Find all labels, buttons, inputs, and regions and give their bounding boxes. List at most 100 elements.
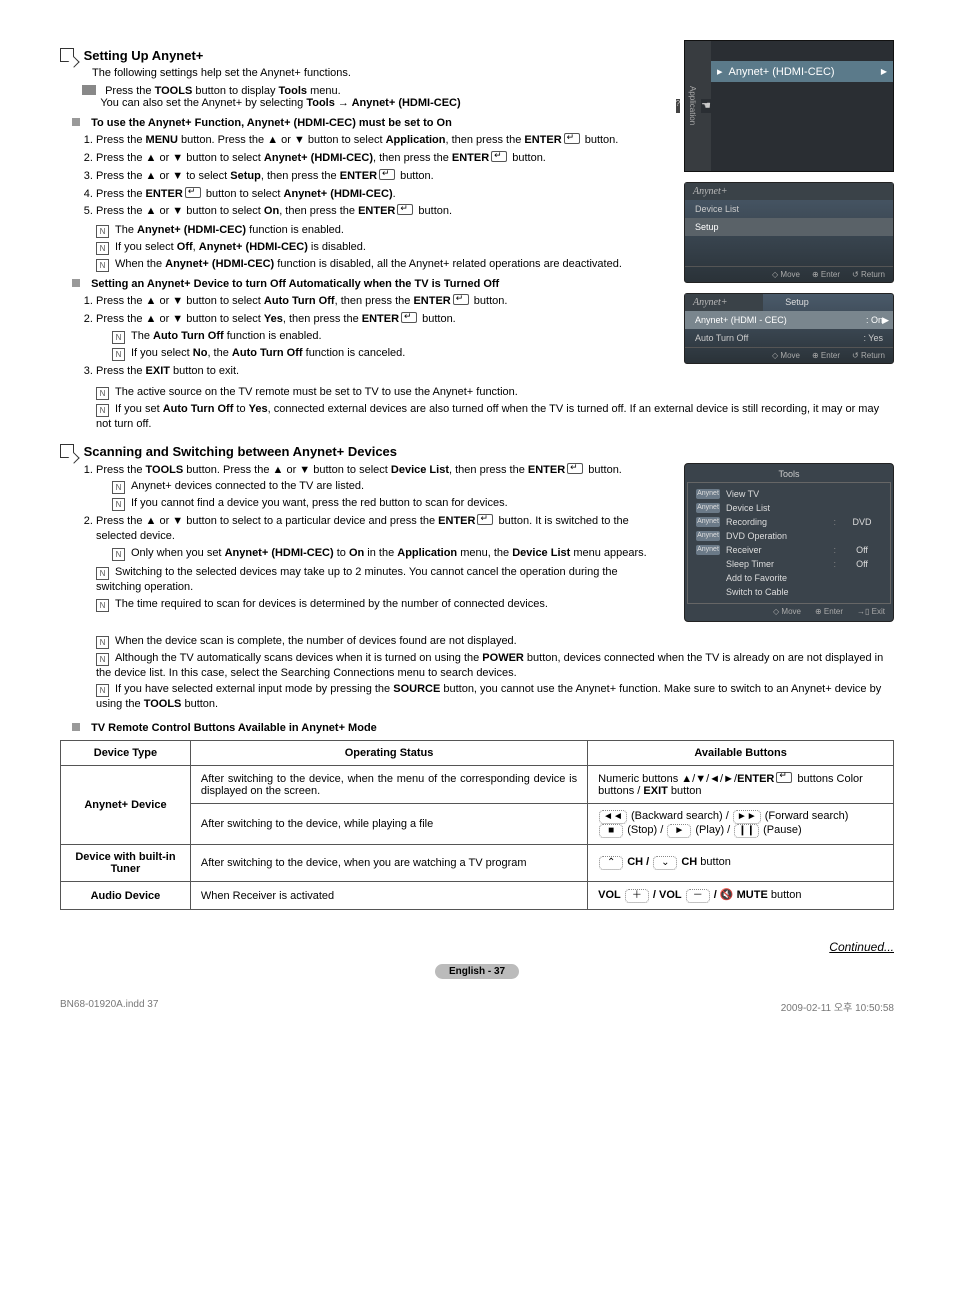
forward-icon: ►►: [733, 810, 761, 824]
tip-box: Press the TOOLS button to display Tools …: [82, 85, 664, 109]
note-icon: N: [96, 242, 109, 255]
ch-down-icon: ⌄: [653, 856, 677, 870]
help-icon: ?: [676, 99, 680, 113]
note-icon: N: [112, 331, 125, 344]
tools-row[interactable]: AnynetView TV: [688, 487, 890, 501]
enter-icon: [397, 204, 413, 215]
hand-icon: ☚: [701, 99, 711, 113]
note: NIf you set Auto Turn Off to Yes, connec…: [96, 402, 894, 432]
enter-icon: [477, 514, 493, 525]
anynet-chip-icon: Anynet: [696, 531, 720, 541]
osd-application-menu: ☚ Application ? ▸ Anynet+ (HDMI-CEC) ▶: [684, 40, 894, 172]
enter-icon: [401, 312, 417, 323]
note: NIf you select Off, Anynet+ (HDMI-CEC) i…: [96, 240, 664, 255]
section-intro: The following settings help set the Anyn…: [92, 67, 664, 79]
osd-row-auto-off[interactable]: Auto Turn Off: Yes: [685, 329, 893, 347]
note-icon: N: [96, 599, 109, 612]
osd-row-hdmi-cec[interactable]: Anynet+ (HDMI - CEC): On▶: [685, 311, 893, 329]
osd-tools-menu: Tools AnynetView TVAnynetDevice ListAnyn…: [684, 463, 894, 622]
note-icon: N: [112, 498, 125, 511]
print-timestamp: 2009-02-11 오후 10:50:58: [781, 999, 894, 1014]
enter-icon: [185, 187, 201, 198]
note-icon: N: [96, 387, 109, 400]
square-bullet-icon: [72, 118, 80, 126]
tools-row[interactable]: Add to Favorite: [688, 571, 890, 585]
note: NSwitching to the selected devices may t…: [96, 565, 664, 595]
steps-list: Press the ▲ or ▼ button to select Auto T…: [96, 294, 664, 379]
anynet-chip-icon: Anynet: [696, 517, 720, 527]
display-icon: [82, 85, 96, 95]
anynet-chip-icon: Anynet: [696, 489, 720, 499]
print-metadata: BN68-01920A.indd 37 2009-02-11 오후 10:50:…: [60, 999, 894, 1014]
note-icon: N: [96, 653, 109, 666]
enter-icon: [491, 151, 507, 162]
osd-footer: ◇ Move ⊕ Enter ↺ Return: [685, 266, 893, 282]
note-icon: N: [112, 348, 125, 361]
steps-list: Press the TOOLS button. Press the ▲ or ▼…: [96, 463, 664, 562]
page-number: English - 37: [60, 964, 894, 979]
col-operating-status: Operating Status: [190, 741, 587, 766]
note-icon: N: [96, 684, 109, 697]
box-check-icon: [60, 444, 74, 458]
note: NThe Anynet+ (HDMI-CEC) function is enab…: [96, 223, 664, 238]
square-bullet-icon: [72, 279, 80, 287]
section-scanning-title: Scanning and Switching between Anynet+ D…: [60, 444, 894, 459]
osd-title: Anynet+: [685, 183, 893, 200]
enter-icon: [776, 772, 792, 783]
note-icon: N: [96, 567, 109, 580]
note-icon: N: [96, 636, 109, 649]
note-icon: N: [112, 481, 125, 494]
note: NWhen the device scan is complete, the n…: [96, 634, 894, 649]
anynet-chip-icon: Anynet: [696, 545, 720, 555]
note-icon: N: [112, 548, 125, 561]
osd-title: Anynet+: [685, 294, 763, 311]
sidebar-label: Application: [688, 86, 697, 125]
play-icon: ►: [667, 824, 691, 838]
note: NThe time required to scan for devices i…: [96, 597, 664, 612]
note: NThe active source on the TV remote must…: [96, 385, 894, 400]
steps-list: Press the MENU button. Press the ▲ or ▼ …: [96, 133, 664, 219]
indd-file: BN68-01920A.indd 37: [60, 999, 158, 1014]
osd-anynet-menu: Anynet+ Device List Setup ◇ Move ⊕ Enter…: [684, 182, 894, 283]
col-available-buttons: Available Buttons: [588, 741, 894, 766]
ch-up-icon: ⌃: [599, 856, 623, 870]
tools-row[interactable]: AnynetDevice List: [688, 501, 890, 515]
tools-row[interactable]: Sleep Timer:Off: [688, 557, 890, 571]
osd-setup-menu: Anynet+ Setup Anynet+ (HDMI - CEC): On▶ …: [684, 293, 894, 364]
note: NWhen the Anynet+ (HDMI-CEC) function is…: [96, 257, 664, 272]
mute-icon: 🔇: [720, 889, 734, 901]
tools-title: Tools: [687, 466, 891, 482]
table-row: Anynet+ Device After switching to the de…: [61, 766, 894, 804]
square-bullet-icon: [72, 723, 80, 731]
box-check-icon: [60, 48, 74, 62]
osd-item-label: Anynet+ (HDMI-CEC): [729, 66, 835, 78]
enter-icon: [567, 463, 583, 474]
tools-row[interactable]: AnynetRecording:DVD: [688, 515, 890, 529]
text: Setting Up Anynet+: [84, 48, 204, 63]
table-row: Device with built-in Tuner After switchi…: [61, 845, 894, 882]
enter-icon: [379, 169, 395, 180]
anynet-chip-icon: Anynet: [696, 503, 720, 513]
remote-buttons-table: Device Type Operating Status Available B…: [60, 740, 894, 910]
rewind-icon: ◄◄: [599, 810, 627, 824]
col-device-type: Device Type: [61, 741, 191, 766]
vol-down-icon: －: [686, 889, 710, 903]
tools-row[interactable]: Switch to Cable: [688, 585, 890, 599]
osd-row-device-list[interactable]: Device List: [685, 200, 893, 218]
subhead-anynet-on: To use the Anynet+ Function, Anynet+ (HD…: [72, 117, 664, 129]
tools-footer: ◇ Move ⊕ Enter →▯ Exit: [687, 604, 891, 619]
osd-selected-row[interactable]: ▸ Anynet+ (HDMI-CEC) ▶: [711, 61, 893, 82]
tools-row[interactable]: AnynetDVD Operation: [688, 529, 890, 543]
note: NAlthough the TV automatically scans dev…: [96, 651, 894, 681]
vol-up-icon: ＋: [625, 889, 649, 903]
enter-icon: [564, 133, 580, 144]
note-icon: N: [96, 404, 109, 417]
osd-sidebar: ☚ Application ?: [685, 41, 711, 171]
tools-row[interactable]: AnynetReceiver:Off: [688, 543, 890, 557]
osd-row-setup[interactable]: Setup: [685, 218, 893, 236]
stop-icon: ■: [599, 824, 623, 838]
continued-label: Continued...: [60, 940, 894, 954]
enter-icon: [453, 294, 469, 305]
osd-subtitle: Setup: [763, 294, 831, 311]
subhead-remote-buttons: TV Remote Control Buttons Available in A…: [72, 722, 894, 734]
